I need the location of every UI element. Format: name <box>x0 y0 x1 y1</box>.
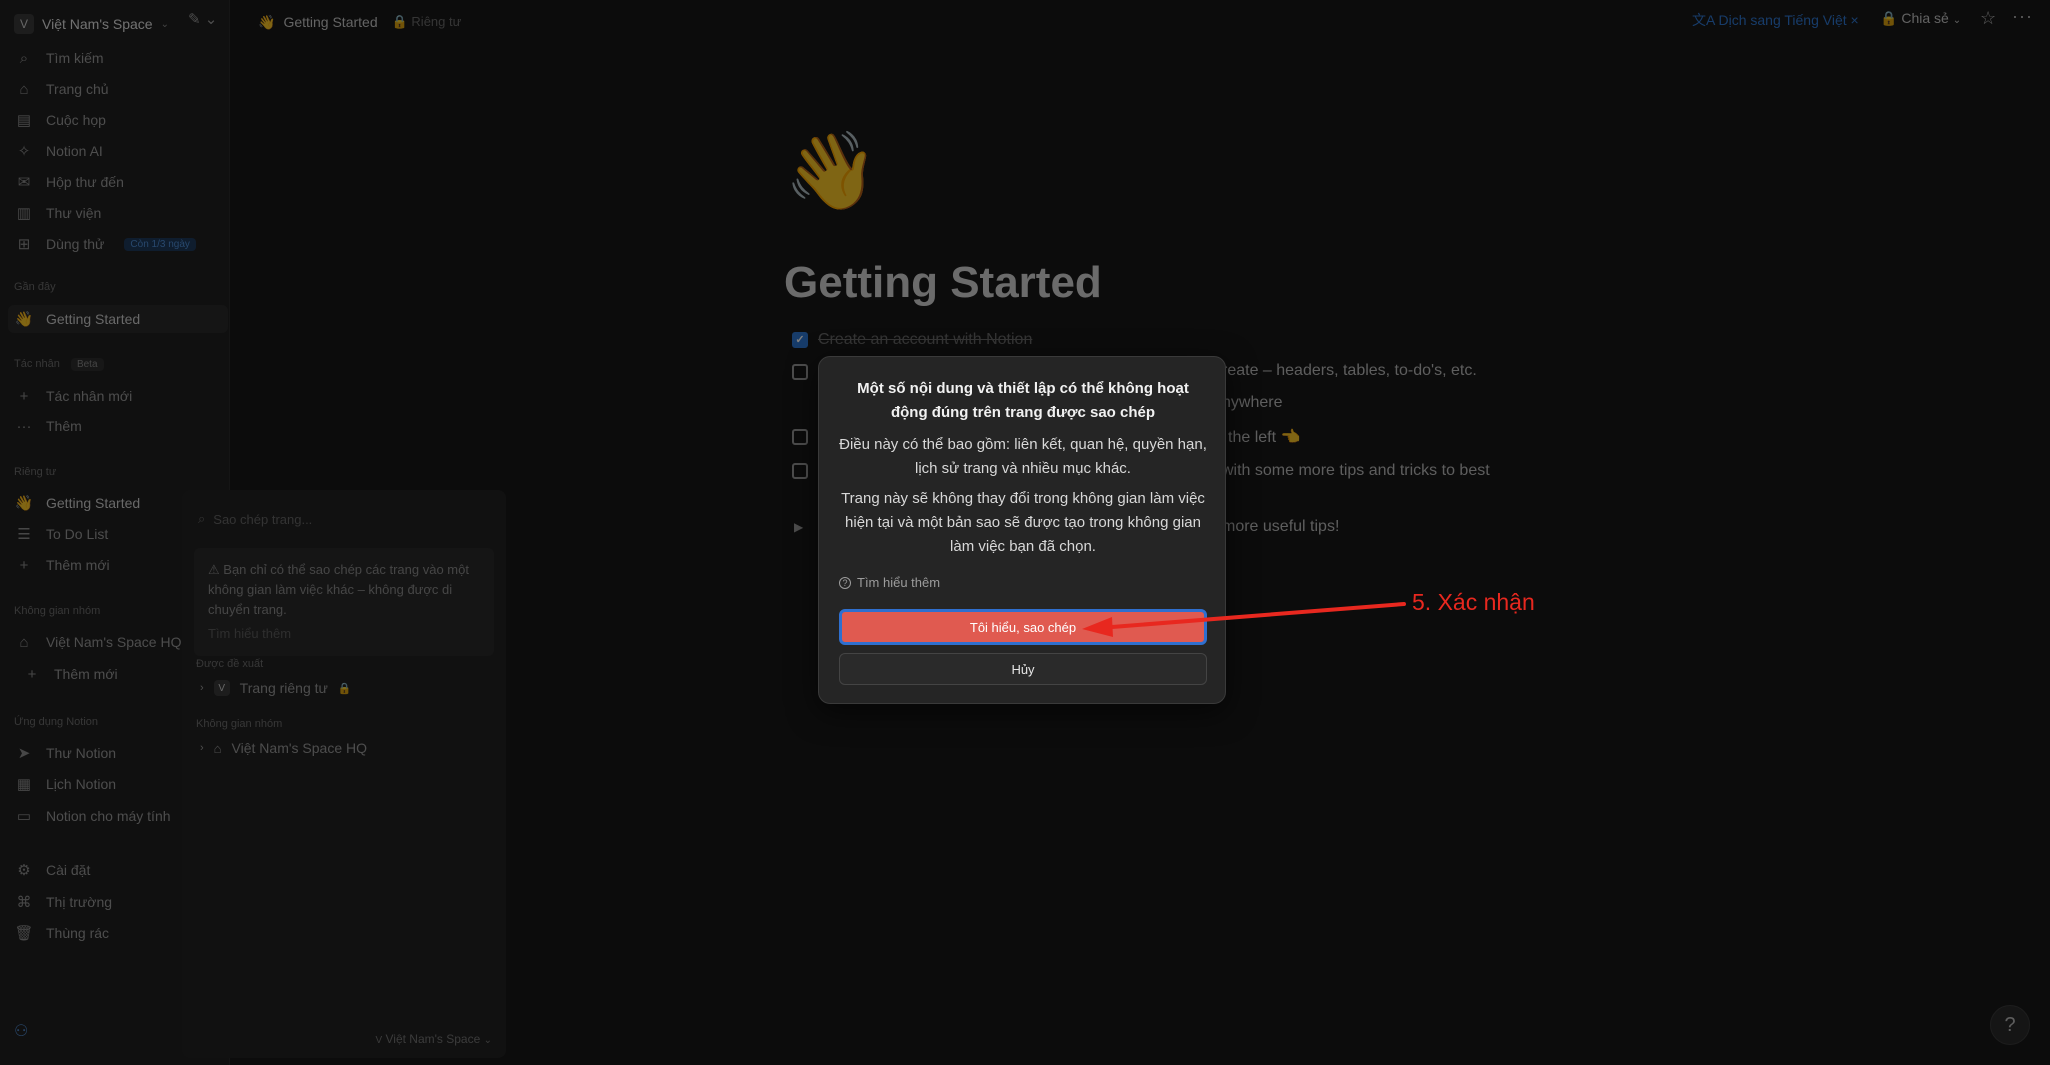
learn-more-label: Tìm hiểu thêm <box>857 575 941 590</box>
learn-more-link[interactable]: ? Tìm hiểu thêm <box>839 575 940 590</box>
dialog-title: Một số nội dung và thiết lập có thể khôn… <box>857 380 1189 421</box>
confirm-copy-button[interactable]: Tôi hiểu, sao chép <box>839 609 1207 645</box>
annotation-label: 5. Xác nhận <box>1412 589 1535 615</box>
dialog-body-1: Điều này có thể bao gồm: liên kết, quan … <box>839 436 1207 477</box>
dialog-body-2: Trang này sẽ không thay đổi trong không … <box>841 490 1205 555</box>
notion-app: V Việt Nam's Space ⌄ ⌕ Tìm kiếm ⌂ Trang … <box>0 0 2050 1065</box>
cancel-button[interactable]: Hủy <box>839 653 1207 685</box>
copy-warning-dialog: Một số nội dung và thiết lập có thể khôn… <box>818 356 1226 704</box>
help-circle-icon: ? <box>839 576 851 589</box>
